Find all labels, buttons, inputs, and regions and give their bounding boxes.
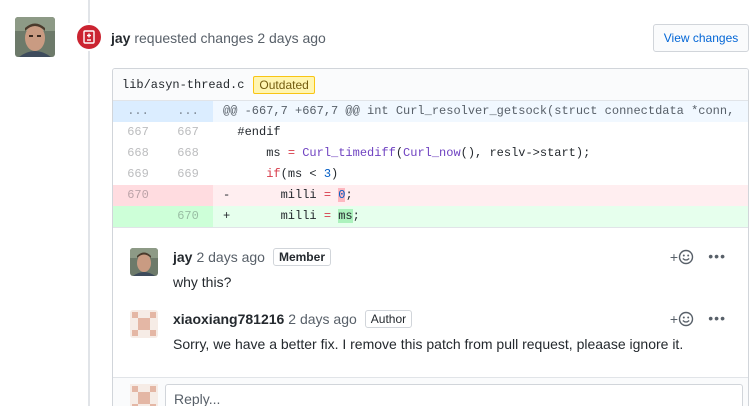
reply-row: Reply... [113,377,748,406]
new-line-number[interactable] [163,185,213,206]
review-time[interactable]: 2 days ago [257,30,326,46]
hunk-header: @@ -667,7 +667,7 @@ int Curl_resolver_ge… [223,104,735,118]
smiley-icon [678,311,694,327]
add-reaction-button[interactable]: + [670,311,694,327]
comment-time[interactable]: 2 days ago [288,311,357,327]
comment-author-link[interactable]: xiaoxiang781216 [173,311,284,327]
reviewer-avatar[interactable] [15,17,55,57]
new-line-number[interactable]: 667 [163,122,213,143]
comment-list: jay 2 days ago Member why this? + ••• xi… [113,227,748,352]
reply-input[interactable]: Reply... [165,384,743,406]
plus-icon: + [669,249,678,265]
review-thread: lib/asyn-thread.c Outdated ... ... @@ -6… [112,68,749,406]
role-badge: Member [272,248,331,266]
diff-hunk-row: ... ... @@ -667,7 +667,7 @@ int Curl_res… [113,101,748,122]
new-line-number[interactable]: 668 [163,143,213,164]
diff-code: ms = Curl_timediff(Curl_now(), reslv->st… [223,146,591,160]
changes-requested-badge [75,23,103,51]
review-header: jay requested changes 2 days ago [111,30,326,46]
file-path-link[interactable]: lib/asyn-thread.c [122,78,244,92]
diff-line: 669 669 if(ms < 3) [113,164,748,185]
add-reaction-button[interactable]: + [670,249,694,265]
review-action: requested changes [134,30,254,46]
view-changes-button[interactable]: View changes [653,24,749,52]
more-options-icon[interactable]: ••• [708,310,726,326]
review-author-link[interactable]: jay [111,30,130,46]
old-line-number[interactable]: 668 [113,143,163,164]
old-line-number[interactable]: 669 [113,164,163,185]
diff-code: if(ms < 3) [266,167,339,181]
commenter-avatar[interactable] [130,310,158,338]
old-line-number[interactable]: 670 [113,185,163,206]
timeline-line [88,0,90,406]
comment-header: jay 2 days ago Member [173,248,331,266]
current-user-avatar [130,384,158,406]
diff-code: - milli = 0; [223,188,353,202]
diff-line-deleted: 670 - milli = 0; [113,185,748,206]
outdated-badge: Outdated [253,75,315,94]
diff-line: 668 668 ms = Curl_timediff(Curl_now(), r… [113,143,748,164]
review-comment: xiaoxiang781216 2 days ago Author Sorry,… [113,290,748,352]
more-options-icon[interactable]: ••• [708,248,726,264]
file-diff-icon [83,30,95,44]
diff-line: 667 667 #endif [113,122,748,143]
smiley-icon [678,249,694,265]
commenter-avatar[interactable] [130,248,158,276]
old-line-number[interactable]: 667 [113,122,163,143]
new-line-number[interactable]: 670 [163,206,213,227]
comment-body: Sorry, we have a better fix. I remove th… [173,336,684,352]
role-badge: Author [364,310,413,328]
comment-author-link[interactable]: jay [173,249,192,265]
diff-table: ... ... @@ -667,7 +667,7 @@ int Curl_res… [113,101,748,227]
new-line-number[interactable]: 669 [163,164,213,185]
comment-header: xiaoxiang781216 2 days ago Author [173,310,413,328]
file-header: lib/asyn-thread.c Outdated [113,69,748,101]
diff-line-added: 670 + milli = ms; [113,206,748,227]
diff-code: #endif [223,125,281,139]
review-comment: jay 2 days ago Member why this? + ••• [113,228,748,290]
expand-old-button[interactable]: ... [113,101,163,122]
comment-time[interactable]: 2 days ago [196,249,265,265]
plus-icon: + [669,311,678,327]
diff-code: + milli = ms; [223,209,360,223]
old-line-number[interactable] [113,206,163,227]
expand-new-button[interactable]: ... [163,101,213,122]
comment-body: why this? [173,274,232,290]
